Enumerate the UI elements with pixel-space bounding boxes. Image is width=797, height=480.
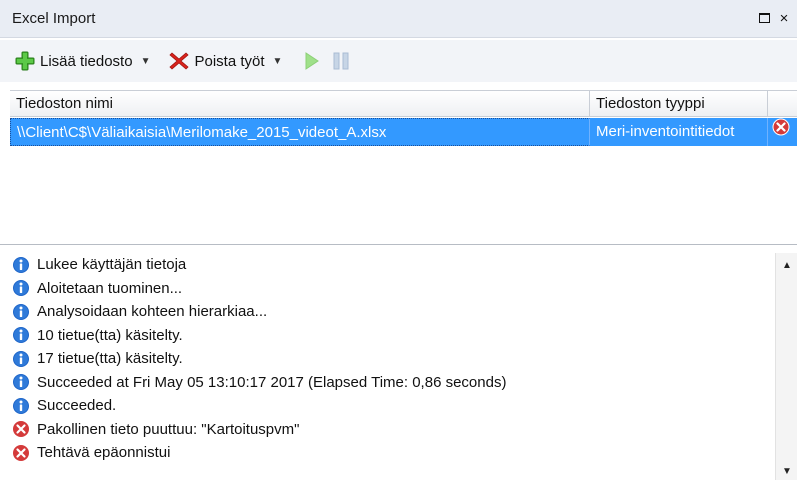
log-text: Succeeded at Fri May 05 13:10:17 2017 (E… <box>37 373 507 391</box>
window-title: Excel Import <box>12 10 96 27</box>
info-icon <box>13 327 29 344</box>
list-item: Succeeded. <box>12 394 772 418</box>
toolbar: Lisää tiedosto ▼ Poista työt ▼ <box>0 40 797 82</box>
filetype-cell[interactable]: Meri-inventointitiedot <box>590 118 768 146</box>
title-bar: Excel Import × <box>0 0 797 38</box>
grid-header: Tiedoston nimi Tiedoston tyyppi <box>10 91 797 117</box>
info-icon <box>13 397 29 414</box>
log-scrollbar[interactable]: ▲ ▼ <box>775 253 797 480</box>
start-button[interactable] <box>296 47 326 75</box>
list-item: Analysoidaan kohteen hierarkiaa... <box>12 300 772 324</box>
log-text: 10 tietue(tta) käsitelty. <box>37 326 183 344</box>
list-item: Succeeded at Fri May 05 13:10:17 2017 (E… <box>12 371 772 395</box>
table-row[interactable]: \\Client\C$\Väliaikaisia\Merilomake_2015… <box>10 118 797 146</box>
error-icon <box>772 118 790 146</box>
pause-button[interactable] <box>326 47 356 75</box>
remove-jobs-label: Poista työt <box>194 52 265 70</box>
play-icon <box>300 50 322 72</box>
scroll-up-icon[interactable]: ▲ <box>776 255 797 275</box>
chevron-down-icon[interactable]: ▼ <box>273 56 283 67</box>
add-icon <box>14 50 36 72</box>
log-text: Analysoidaan kohteen hierarkiaa... <box>37 303 268 321</box>
info-icon <box>13 256 29 273</box>
log-list: Lukee käyttäjän tietoja Aloitetaan tuomi… <box>12 253 772 465</box>
list-item: Lukee käyttäjän tietoja <box>12 253 772 277</box>
info-icon <box>13 303 29 320</box>
add-file-button[interactable]: Lisää tiedosto ▼ <box>10 47 154 75</box>
maximize-icon[interactable] <box>757 10 771 26</box>
status-cell[interactable] <box>768 118 797 146</box>
add-file-label: Lisää tiedosto <box>40 52 133 70</box>
log-panel: Lukee käyttäjän tietoja Aloitetaan tuomi… <box>0 244 797 480</box>
column-header-status <box>768 91 797 117</box>
error-icon <box>13 444 29 461</box>
remove-jobs-button[interactable]: Poista työt ▼ <box>164 47 286 75</box>
close-icon[interactable]: × <box>777 10 791 26</box>
list-item: 10 tietue(tta) käsitelty. <box>12 324 772 348</box>
list-item: Tehtävä epäonnistui <box>12 441 772 465</box>
info-icon <box>13 280 29 297</box>
list-item: 17 tietue(tta) käsitelty. <box>12 347 772 371</box>
log-text: Tehtävä epäonnistui <box>37 444 171 462</box>
log-text: Lukee käyttäjän tietoja <box>37 256 187 274</box>
pause-icon <box>330 50 352 72</box>
log-text: Pakollinen tieto puuttuu: "Kartoituspvm" <box>37 420 300 438</box>
column-header-filename[interactable]: Tiedoston nimi <box>10 91 590 117</box>
log-text: Succeeded. <box>37 397 117 415</box>
error-icon <box>13 421 29 438</box>
list-item: Pakollinen tieto puuttuu: "Kartoituspvm" <box>12 418 772 442</box>
file-grid: Tiedoston nimi Tiedoston tyyppi \\Client… <box>10 90 797 240</box>
delete-x-icon <box>168 50 190 72</box>
log-text: Aloitetaan tuominen... <box>37 279 183 297</box>
log-text: 17 tietue(tta) käsitelty. <box>37 350 183 368</box>
column-header-filetype[interactable]: Tiedoston tyyppi <box>590 91 768 117</box>
scroll-down-icon[interactable]: ▼ <box>776 461 797 480</box>
filename-cell[interactable]: \\Client\C$\Väliaikaisia\Merilomake_2015… <box>10 118 590 146</box>
info-icon <box>13 374 29 391</box>
window-controls: × <box>757 10 791 26</box>
list-item: Aloitetaan tuominen... <box>12 277 772 301</box>
chevron-down-icon[interactable]: ▼ <box>141 56 151 67</box>
info-icon <box>13 350 29 367</box>
